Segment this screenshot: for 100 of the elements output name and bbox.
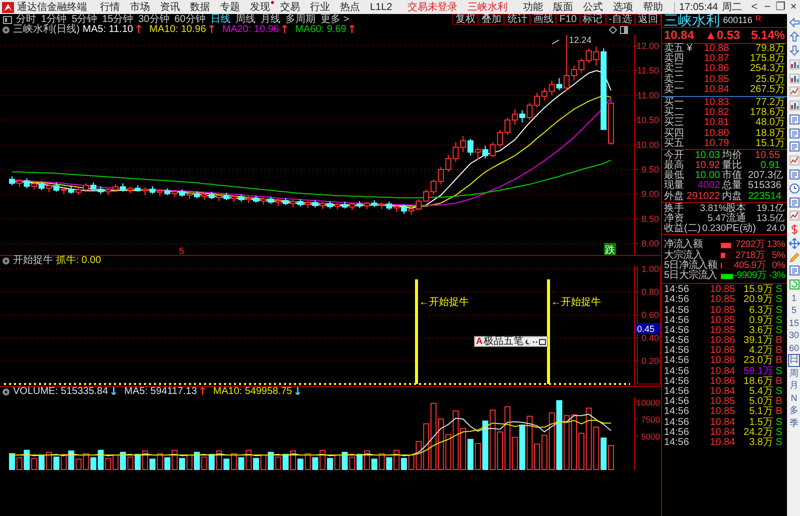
status-notice[interactable]: 三峡水利 (468, 0, 508, 14)
volume-axis-label: 5000 (641, 432, 660, 442)
period-shortcut[interactable]: 月 (788, 379, 800, 392)
chart-icon[interactable] (788, 155, 800, 166)
chart-icon[interactable] (788, 210, 800, 222)
order-price: 10.80 (704, 128, 730, 139)
document-icon[interactable] (788, 168, 800, 180)
menu-item[interactable]: 市场 (130, 0, 154, 14)
chart-tool-button[interactable]: 叠加 (478, 14, 504, 25)
bar (253, 458, 260, 470)
dollar-icon[interactable] (788, 224, 800, 236)
status-notice[interactable]: 交易未登录 (408, 0, 458, 14)
settings-icon[interactable] (2, 257, 10, 265)
bar (326, 458, 333, 470)
period-shortcut[interactable]: 多 (788, 404, 800, 417)
chart-tool-button[interactable]: 画线 (530, 14, 556, 25)
order-level-label: 卖一 (664, 84, 685, 95)
menu-item[interactable]: 发现 (250, 0, 274, 14)
keyboard-icon[interactable] (538, 338, 546, 344)
menu-item[interactable]: 热点 (340, 0, 364, 14)
column-chart-icon[interactable] (788, 72, 800, 84)
chart-tool-button[interactable]: 统计 (504, 14, 530, 25)
column-chart-icon[interactable] (788, 100, 800, 112)
period-tab[interactable]: 月线 (260, 14, 280, 25)
period-shortcut[interactable]: 季 (788, 416, 800, 430)
stat-value: 10.03 (694, 150, 721, 161)
close-button[interactable]: × (787, 0, 800, 14)
menu-item[interactable]: 帮助 (643, 0, 668, 14)
stat-label: 收益(二) (664, 224, 700, 234)
up-arrow-icon[interactable] (788, 31, 800, 42)
menu-item[interactable]: 功能 (523, 0, 548, 14)
move-icon[interactable] (788, 238, 800, 249)
period-shortcut[interactable]: 60 (788, 342, 800, 354)
line-chart-icon[interactable] (788, 86, 800, 98)
maximize-button[interactable]: ❐ (774, 0, 787, 14)
minimize-button[interactable]: − (761, 0, 774, 14)
chart-tool-button[interactable]: 返回 (635, 14, 661, 25)
bar (342, 452, 348, 470)
chart-tool-button[interactable]: 复权 (452, 14, 478, 25)
order-level-label: 买二 (664, 108, 685, 118)
panel-icon[interactable] (620, 26, 628, 34)
volume-value: MA10: 549958.75 (213, 387, 292, 397)
left-arrow-icon[interactable] (788, 17, 800, 28)
diamond-icon[interactable] (609, 26, 617, 34)
dots-icon[interactable] (532, 338, 538, 344)
trade-volume: 20.9万 (742, 295, 773, 306)
menu-item[interactable]: 资讯 (160, 0, 184, 14)
bar (230, 453, 237, 470)
period-tab[interactable]: 多周期 (286, 14, 316, 25)
period-tab[interactable]: 周线 (236, 14, 256, 25)
panel-toggle-icon[interactable] (3, 16, 12, 24)
period-shortcut[interactable]: 1 (788, 292, 800, 304)
menu-item[interactable]: 公式 (583, 0, 608, 14)
period-shortcut[interactable]: 15 (788, 316, 800, 330)
period-tab[interactable]: 5分钟 (72, 14, 98, 25)
settings-icon[interactable] (2, 388, 10, 396)
period-shortcut[interactable]: N (788, 392, 800, 404)
bar (334, 454, 340, 470)
menu-item[interactable]: 版面 (553, 0, 578, 14)
menu-item[interactable]: 交易 (280, 0, 304, 14)
menu-item[interactable]: 行业 (310, 0, 334, 14)
candlestick (474, 146, 481, 160)
signal-badge: 跌 (604, 243, 616, 255)
period-tab[interactable]: 15分钟 (102, 14, 134, 25)
period-tab[interactable]: 更多 > (320, 14, 350, 25)
chart-tool-button[interactable]: 标记 (580, 14, 606, 25)
menu-item[interactable]: 专题 (220, 0, 244, 14)
trade-time: 14:56 (664, 356, 690, 367)
clock-icon[interactable] (788, 182, 800, 194)
down-arrow-icon[interactable] (788, 44, 800, 56)
stat-label: 股本 (726, 204, 747, 214)
input-method-button[interactable]: 极品五笔 (484, 337, 524, 346)
period-tab[interactable]: 60分钟 (174, 14, 206, 25)
period-tab[interactable]: 分时 (16, 14, 36, 25)
settings-icon[interactable] (2, 26, 10, 34)
pencil-icon[interactable] (788, 252, 800, 263)
menu-item[interactable]: 选项 (613, 0, 638, 14)
moving-average-value: MA20: 10.96 (222, 25, 279, 35)
period-shortcut[interactable]: 5 (788, 304, 800, 317)
chart-tool-button[interactable]: -自选 (606, 14, 635, 25)
trade-time: 14:56 (664, 407, 690, 418)
period-shortcut[interactable]: 周 (788, 366, 800, 380)
moon-icon[interactable] (524, 338, 530, 344)
back-button[interactable]: < (748, 0, 761, 14)
stat-label: 今开 (664, 150, 685, 161)
period-tab[interactable]: 1分钟 (41, 14, 67, 25)
order-price: 10.86 (704, 64, 730, 75)
menu-item[interactable]: 行情 (100, 0, 124, 14)
period-shortcut[interactable]: 30 (788, 329, 800, 342)
trade-price: 10.85 (710, 316, 736, 326)
bar-chart-icon[interactable] (788, 58, 800, 70)
period-tab[interactable]: 30分钟 (138, 14, 170, 25)
input-mode-button[interactable]: A (476, 337, 482, 346)
period-tab[interactable]: 日线 (210, 14, 230, 25)
stat-label: 流通 (726, 214, 746, 224)
document-icon[interactable] (788, 141, 800, 152)
refresh-icon[interactable] (788, 279, 800, 290)
chart-tool-button[interactable]: F10 (556, 14, 580, 25)
menu-item[interactable]: 数据 (190, 0, 214, 14)
menu-item[interactable]: L1L2 (370, 2, 396, 12)
